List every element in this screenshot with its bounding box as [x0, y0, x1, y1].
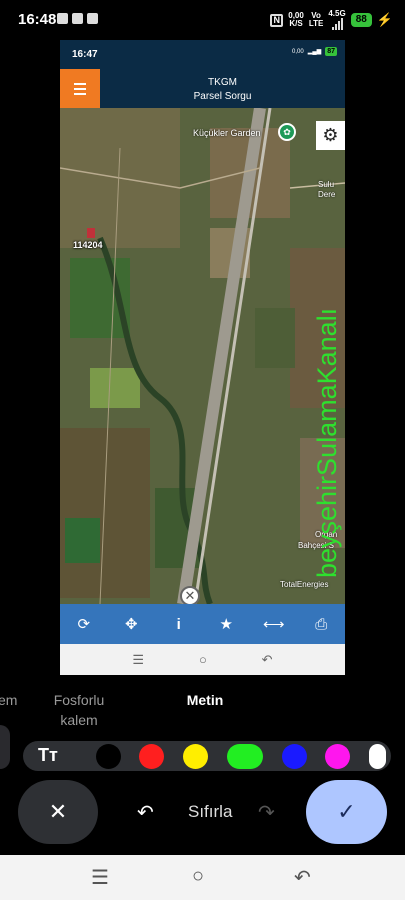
settings-gear-icon: ⚙	[316, 121, 345, 150]
back-icon[interactable]: ↶	[294, 865, 311, 890]
app-title: TKGM	[208, 77, 237, 88]
inner-home-icon: ○	[198, 652, 207, 667]
color-swatch-green[interactable]	[227, 744, 263, 769]
locate-icon: ✥	[124, 616, 138, 633]
notification-icon	[57, 13, 68, 24]
inner-battery-icon: 87	[325, 47, 337, 56]
nfc-icon: N	[270, 13, 284, 27]
status-time: 16:48	[18, 11, 57, 28]
color-palette: Tт	[23, 741, 391, 771]
scroll-edge	[0, 725, 10, 769]
home-icon[interactable]: ○	[192, 865, 204, 888]
inner-nav-bar: ☰ ○ ↶	[60, 644, 345, 675]
recents-icon[interactable]: ☰	[91, 865, 109, 890]
color-swatch-magenta[interactable]	[325, 744, 350, 769]
tool-highlighter[interactable]: Fosforlu kalem	[48, 690, 110, 730]
color-swatch-black[interactable]	[96, 744, 121, 769]
screenshot-preview: 16:47 0,00 ▂▄▆ 87 TKGM Parsel Sorgu Küçü…	[60, 40, 345, 675]
color-swatch-blue[interactable]	[282, 744, 307, 769]
volte-indicator: Vo LTE	[308, 11, 324, 28]
signal-icon: 4.5G	[328, 10, 346, 30]
menu-button	[60, 69, 100, 108]
inner-status-bar: 16:47 0,00 ▂▄▆ 87	[60, 40, 345, 69]
remove-annotation-icon[interactable]: ✕	[180, 586, 200, 604]
color-swatch-white[interactable]	[369, 744, 386, 769]
map-label-total: TotalEnergies	[280, 580, 329, 589]
editor-tools: em Fosforlu kalem Metin	[0, 690, 405, 730]
star-icon: ★	[219, 616, 233, 633]
info-icon: i	[176, 615, 181, 633]
inner-status-time: 16:47	[72, 49, 98, 60]
redo-icon[interactable]: ↷	[258, 800, 275, 825]
place-label: Küçükler Garden	[193, 128, 261, 138]
print-icon: ⎙	[315, 615, 328, 633]
notification-icons	[57, 13, 98, 24]
app-header: TKGM Parsel Sorgu	[60, 69, 345, 108]
confirm-button[interactable]: ✓	[306, 780, 387, 844]
youtube-icon	[87, 13, 98, 24]
app-subtitle: Parsel Sorgu	[193, 91, 252, 102]
map-imagery	[60, 108, 345, 604]
inner-signal-icon: ▂▄▆	[307, 49, 322, 55]
measure-icon: ⟷	[262, 616, 285, 633]
editor-actions: ✕ ↶ Sıfırla ↷ ✓	[0, 780, 405, 844]
inner-net-speed: 0,00	[292, 48, 304, 55]
satellite-map: Küçükler Garden ✿ ⚙ 114204 Sulu Dere Org…	[60, 108, 345, 604]
tool-pen[interactable]: em	[0, 690, 17, 710]
system-nav-bar: ☰ ○ ↶	[0, 855, 405, 900]
parcel-number: 114204	[73, 240, 103, 250]
reset-button[interactable]: Sıfırla	[188, 802, 232, 822]
inner-menu-icon: ☰	[132, 651, 145, 667]
color-swatch-yellow[interactable]	[183, 744, 208, 769]
place-pin-icon: ✿	[278, 123, 296, 141]
status-bar: 16:48 N 0,00 K/S Vo LTE 4.5G 88 ⚡	[0, 0, 405, 40]
net-speed: 0,00 K/S	[288, 11, 304, 28]
charging-icon: ⚡	[376, 12, 393, 27]
undo-icon[interactable]: ↶	[137, 800, 154, 825]
inner-back-icon: ↶	[261, 651, 273, 667]
battery-icon: 88	[350, 13, 372, 27]
text-style-button[interactable]: Tт	[38, 745, 58, 766]
tool-text[interactable]: Metin	[180, 690, 230, 710]
map-toolbar: ⟳ ✥ i ★ ⟷ ⎙	[60, 604, 345, 644]
cancel-button[interactable]: ✕	[18, 780, 98, 844]
refresh-icon: ⟳	[77, 616, 91, 633]
color-swatch-red[interactable]	[139, 744, 164, 769]
parcel-marker	[87, 228, 95, 238]
status-right: N 0,00 K/S Vo LTE 4.5G 88 ⚡	[270, 10, 393, 30]
annotation-text[interactable]: beyşehirSulamaKanalı	[312, 178, 343, 578]
notification-icon	[72, 13, 83, 24]
